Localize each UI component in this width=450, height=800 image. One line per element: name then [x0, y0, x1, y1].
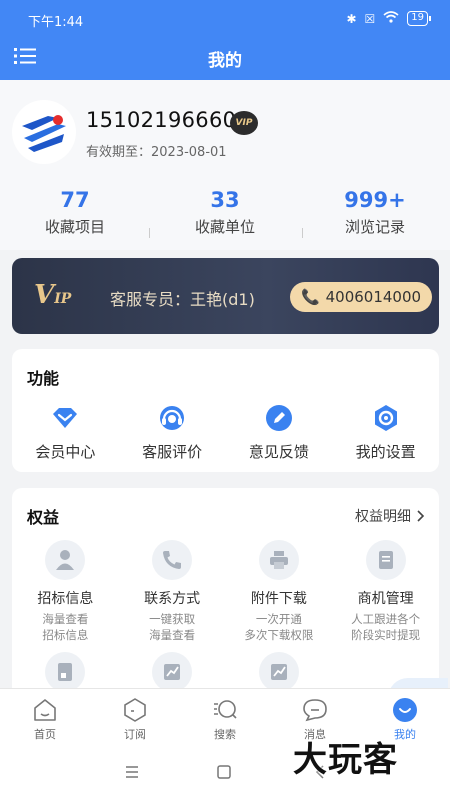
tab-label: 首页: [34, 728, 56, 741]
report-icon: [45, 652, 86, 692]
stats-row: 77 收藏项目 33 收藏单位 999+ 浏览记录: [0, 188, 450, 237]
vip-service-banner: VIP 客服专员：王艳(d1) 📞 4006014000: [12, 258, 439, 334]
tab-label: 订阅: [124, 728, 146, 741]
functions-row: 会员中心 客服评价 意见反馈 我的设置: [12, 403, 439, 462]
chart-icon: [152, 652, 193, 692]
right-desc-line: 人工跟进各个: [351, 612, 421, 626]
stat-value: 999+: [344, 188, 406, 212]
status-bar: 下午1:44 ✱ ☒ 19: [0, 0, 450, 38]
settings-icon: [371, 403, 401, 433]
stat-value: 77: [60, 188, 90, 212]
rights-detail-link[interactable]: 权益明细: [355, 506, 425, 526]
status-time: 下午1:44: [28, 15, 84, 30]
wifi-icon: [383, 11, 399, 26]
right-desc-line: 一次开通: [255, 612, 302, 626]
stat-label: 浏览记录: [344, 218, 405, 236]
stat-browse-history[interactable]: 999+ 浏览记录: [300, 188, 450, 237]
right-name: 附件下载: [250, 591, 307, 607]
right-desc-line: 海量查看: [149, 628, 196, 642]
right-desc-line: 多次下载权限: [244, 628, 314, 642]
watermark: 大玩客: [293, 740, 398, 780]
right-desc: 海量查看 招标信息: [12, 611, 119, 643]
vip-logo-v: V: [34, 280, 55, 310]
member-center-button[interactable]: 会员中心: [12, 403, 119, 462]
phone-icon: [152, 540, 193, 580]
pen-icon: [264, 403, 294, 433]
service-phone: 4006014000: [325, 288, 422, 306]
func-label: 我的设置: [355, 443, 416, 461]
service-rep-label: 客服专员：王艳(d1): [110, 290, 255, 309]
rights-detail-label: 权益明细: [355, 509, 411, 525]
headset-icon: [157, 403, 187, 433]
bluetooth-icon: ✱: [346, 11, 357, 26]
tab-search[interactable]: 搜索: [180, 689, 270, 746]
right-desc: 一键获取 海量查看: [119, 611, 226, 643]
user-phone: 15102196660: [86, 108, 237, 132]
rights-card: 权益 权益明细 招标信息 海量查看 招标信息 联系方式 一键获取 海量查看 附件下载…: [12, 488, 439, 708]
logo-icon: [22, 115, 66, 152]
page-title: 我的: [208, 51, 242, 71]
chevron-right-icon: [417, 510, 425, 522]
stat-label: 收藏单位: [194, 218, 255, 236]
subscribe-icon: [122, 697, 148, 723]
profile-section: 15102196660 VIP 有效期至：2023-08-01 77 收藏项目 …: [0, 80, 450, 250]
feedback-button[interactable]: 意见反馈: [226, 403, 333, 462]
func-label: 意见反馈: [248, 443, 309, 461]
right-name: 联系方式: [144, 591, 201, 607]
right-desc-line: 海量查看: [42, 612, 89, 626]
right-desc-line: 阶段实时提现: [351, 628, 421, 642]
stat-favorite-units[interactable]: 33 收藏单位: [150, 188, 300, 237]
search-icon: [212, 697, 238, 723]
right-desc-line: 招标信息: [42, 628, 89, 642]
right-desc: 一次开通多次下载权限: [226, 611, 333, 643]
sim-icon: ☒: [364, 11, 376, 26]
tab-home[interactable]: 首页: [0, 689, 90, 746]
home-nav-icon[interactable]: [216, 764, 234, 782]
right-bid-info[interactable]: 招标信息 海量查看 招标信息: [12, 538, 119, 650]
right-contact[interactable]: 联系方式 一键获取海量查看: [119, 538, 226, 650]
service-rating-button[interactable]: 客服评价: [119, 403, 226, 462]
tab-subscribe[interactable]: 订阅: [90, 689, 180, 746]
valid-until: 有效期至：2023-08-01: [86, 145, 227, 160]
right-opportunity-management[interactable]: 商机管理 人工跟进各个 阶段实时提现: [332, 538, 439, 650]
message-icon: [302, 697, 328, 723]
functions-card: 功能 会员中心 客服评价 意见反馈 我的设置: [12, 349, 439, 472]
my-settings-button[interactable]: 我的设置: [332, 403, 439, 462]
tab-label: 搜索: [214, 728, 236, 741]
right-attachment-download[interactable]: 附件下载 一次开通多次下载权限: [226, 538, 333, 650]
vip-badge: VIP: [230, 111, 258, 135]
printer-icon: [258, 540, 299, 580]
profile-icon: [392, 697, 418, 723]
vip-logo: VIP: [34, 280, 71, 310]
stat-value: 33: [210, 188, 240, 212]
battery-icon: 19: [407, 11, 431, 26]
call-service-button[interactable]: 📞 4006014000: [290, 282, 432, 312]
home-icon: [32, 697, 58, 723]
stat-label: 收藏项目: [44, 218, 105, 236]
recent-apps-icon[interactable]: [124, 764, 142, 782]
right-desc-line: 一键获取: [149, 612, 196, 626]
status-icons: ✱ ☒ 19: [346, 11, 431, 26]
right-name: 招标信息: [37, 591, 94, 607]
diamond-icon: [50, 403, 80, 433]
divider: [149, 228, 150, 238]
func-label: 会员中心: [35, 443, 96, 461]
avatar[interactable]: [12, 100, 76, 164]
rights-title: 权益: [27, 508, 60, 527]
stat-favorite-projects[interactable]: 77 收藏项目: [0, 188, 150, 237]
app-header: 下午1:44 ✱ ☒ 19 我的: [0, 0, 450, 80]
func-label: 客服评价: [142, 443, 203, 461]
vip-logo-ip: IP: [54, 291, 72, 307]
person-icon: [45, 540, 86, 580]
phone-icon: 📞: [300, 288, 320, 306]
document-icon: [365, 540, 406, 580]
functions-title: 功能: [27, 369, 60, 388]
chart-icon: [258, 652, 299, 692]
rights-grid: 招标信息 海量查看 招标信息 联系方式 一键获取 海量查看 附件下载 一次开通 多次下…: [12, 538, 439, 708]
divider: [302, 228, 303, 238]
right-desc: 人工跟进各个 阶段实时提现: [332, 611, 439, 643]
right-name: 商机管理: [357, 591, 414, 607]
